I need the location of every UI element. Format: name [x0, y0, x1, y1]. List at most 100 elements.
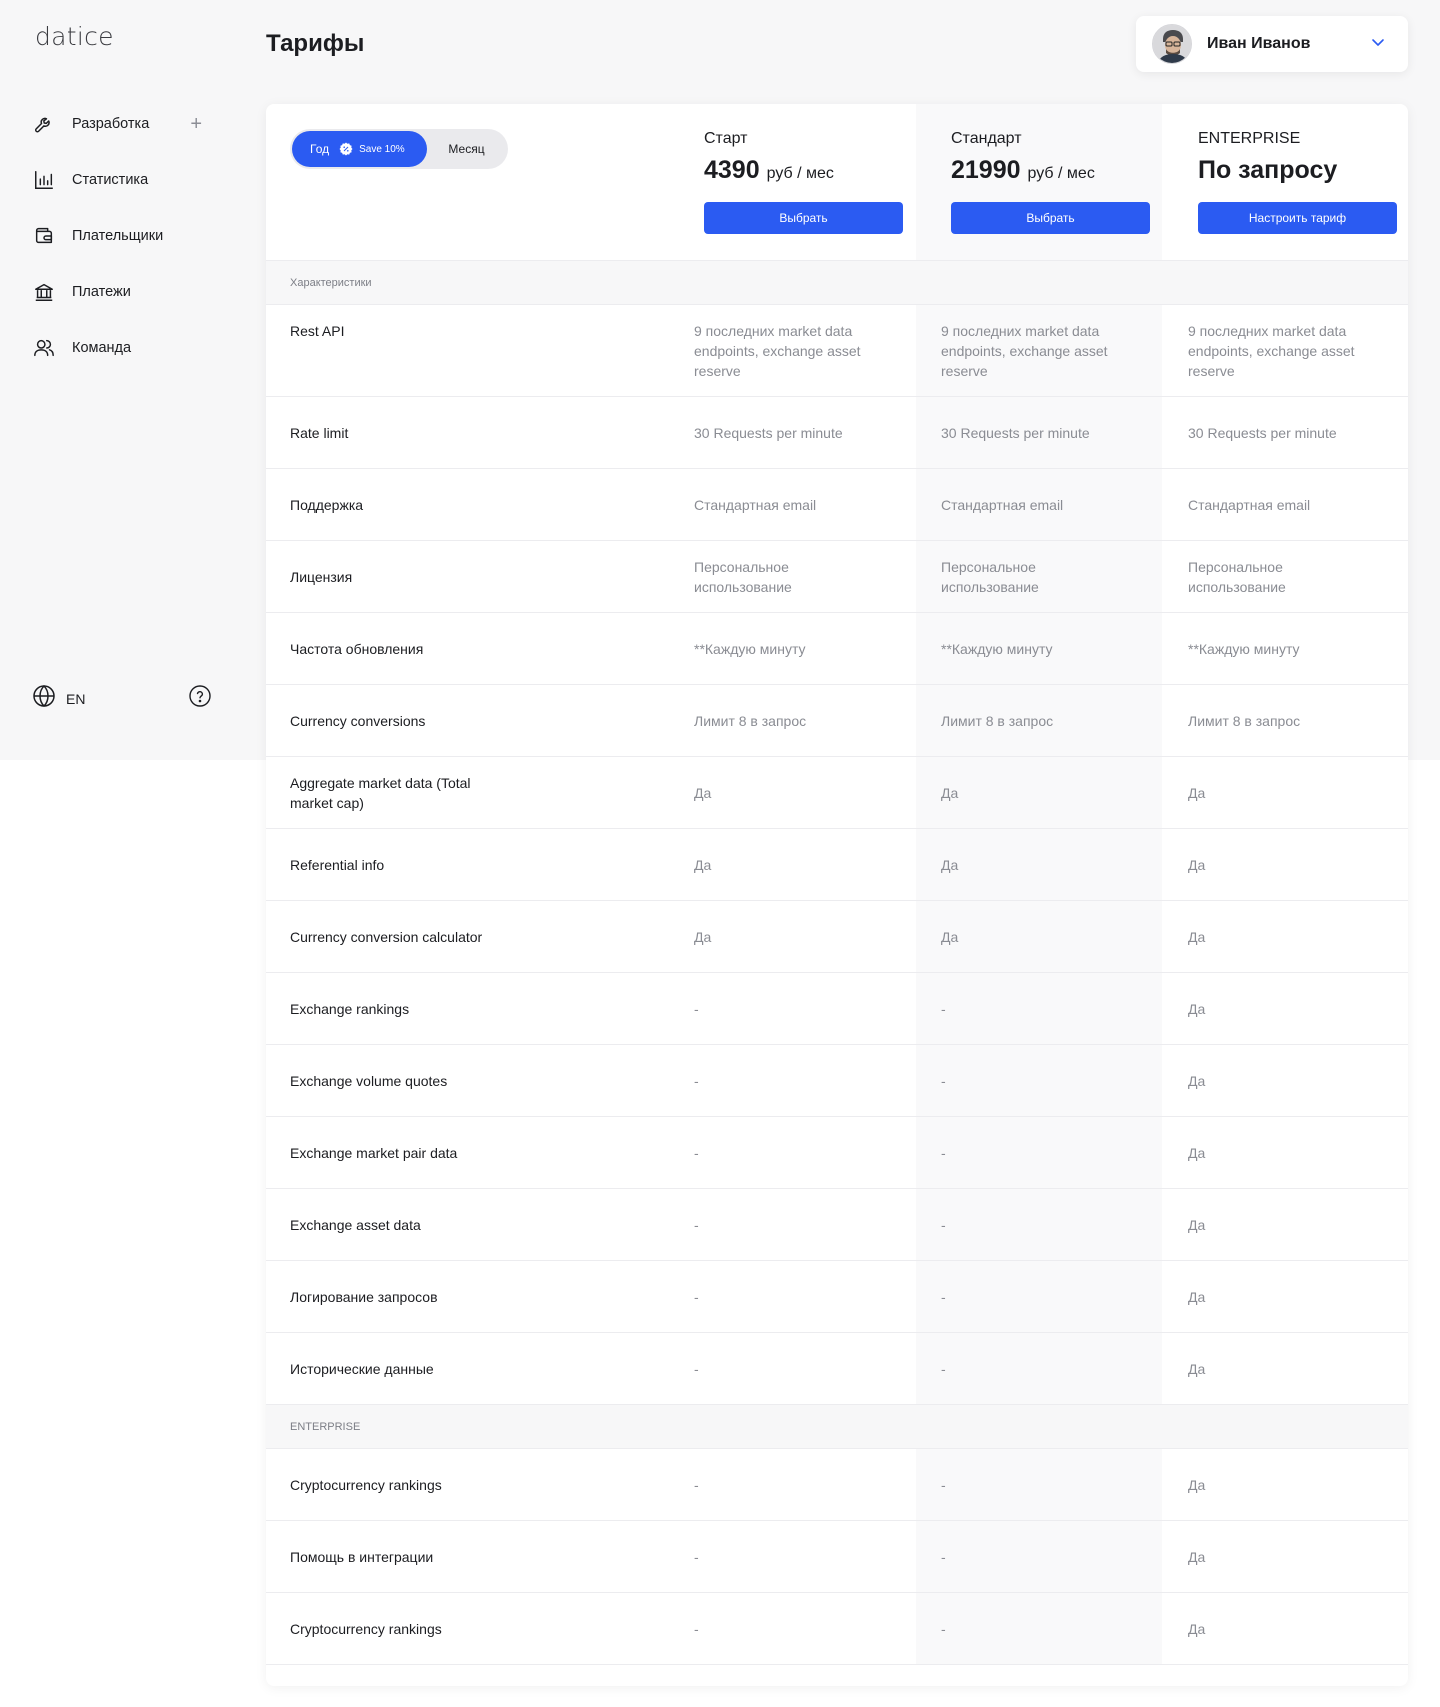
- billing-year-label: Год: [310, 142, 330, 156]
- user-name: Иван Иванов: [1207, 35, 1311, 52]
- feature-value: Да: [941, 784, 959, 801]
- billing-option-year[interactable]: Год Save 10%: [292, 131, 427, 167]
- plan-price: 21990 руб / мес: [951, 156, 1151, 186]
- feature-name: Поддержка: [290, 496, 364, 513]
- feature-value: 9 последних market data endpoints, excha…: [1188, 323, 1355, 379]
- feature-value: Стандартная email: [941, 496, 1064, 513]
- feature-value: Да: [1188, 1000, 1206, 1017]
- feature-name: Rest API: [290, 323, 345, 339]
- billing-period-toggle[interactable]: Год Save 10% Месяц: [290, 129, 508, 169]
- feature-name: Исторические данные: [290, 1360, 434, 1377]
- pricing-card: Год Save 10% Месяц Старт 4390 руб / мес …: [266, 104, 1408, 1686]
- feature-value: Да: [941, 928, 959, 945]
- question-circle-icon[interactable]: [188, 684, 212, 713]
- plan-enterprise: ENTERPRISE По запросу Настроить тариф: [1198, 130, 1398, 234]
- feature-value: 30 Requests per minute: [941, 424, 1090, 441]
- table-row: Exchange market pair data - - Да: [266, 1117, 1408, 1189]
- app-logo[interactable]: datice: [35, 22, 114, 51]
- feature-value: -: [941, 1360, 946, 1377]
- feature-value: -: [694, 1360, 699, 1377]
- language-switcher[interactable]: EN: [32, 684, 85, 713]
- sidebar-item-payers[interactable]: Плательщики: [32, 208, 202, 264]
- select-plan-start-button[interactable]: Выбрать: [704, 202, 903, 234]
- plan-price: По запросу: [1198, 156, 1398, 186]
- feature-value: -: [694, 1288, 699, 1305]
- feature-value: -: [694, 1144, 699, 1161]
- feature-value: -: [694, 1072, 699, 1089]
- users-icon: [32, 336, 56, 360]
- feature-name: Currency conversion calculator: [290, 928, 483, 945]
- feature-value: 30 Requests per minute: [694, 424, 843, 441]
- avatar: [1152, 24, 1192, 64]
- table-row: Currency conversion calculator Да Да Да: [266, 901, 1408, 973]
- feature-value: -: [694, 1476, 699, 1493]
- save-badge: Save 10%: [359, 143, 405, 155]
- feature-name: Cryptocurrency rankings: [290, 1620, 442, 1637]
- table-row: Aggregate market data (Total market cap)…: [266, 757, 1408, 829]
- sidebar-item-statistics[interactable]: Статистика: [32, 152, 202, 208]
- feature-value: **Каждую минуту: [694, 640, 806, 657]
- feature-value: Персональное использование: [941, 558, 1039, 595]
- feature-value: Стандартная email: [1188, 496, 1311, 513]
- plan-price: 4390 руб / мес: [704, 156, 904, 186]
- feature-name: Aggregate market data (Total market cap): [290, 774, 471, 811]
- table-row: Частота обновления **Каждую минуту **Кажду…: [266, 613, 1408, 685]
- table-row: Rest API 9 последних market data endpoint…: [266, 305, 1408, 397]
- feature-value: Да: [1188, 1476, 1206, 1493]
- feature-value: Да: [1188, 1072, 1206, 1089]
- user-menu[interactable]: Иван Иванов: [1136, 16, 1408, 72]
- sidebar-nav: Разработка + Статистика Плательщики Плат…: [32, 96, 202, 376]
- feature-value: Персональное использование: [694, 558, 792, 595]
- feature-value: -: [694, 1000, 699, 1017]
- table-row: Exchange rankings - - Да: [266, 973, 1408, 1045]
- plan-price-unit: руб / мес: [1027, 165, 1095, 182]
- feature-value: -: [941, 1216, 946, 1233]
- plus-icon[interactable]: +: [190, 114, 202, 134]
- feature-name: Exchange volume quotes: [290, 1072, 448, 1089]
- feature-name: Rate limit: [290, 424, 349, 441]
- feature-value: Да: [941, 856, 959, 873]
- sidebar-item-development[interactable]: Разработка +: [32, 96, 202, 152]
- billing-option-month[interactable]: Месяц: [427, 131, 506, 167]
- table-row: Cryptocurrency rankings - - Да: [266, 1593, 1408, 1665]
- section-header: ENTERPRISE: [266, 1405, 1408, 1449]
- feature-value: Да: [1188, 1548, 1206, 1565]
- page-title: Тарифы: [266, 30, 365, 57]
- plan-name: ENTERPRISE: [1198, 130, 1301, 147]
- chevron-down-icon: [1370, 34, 1386, 55]
- feature-value: -: [941, 1620, 946, 1637]
- feature-value: Да: [1188, 928, 1206, 945]
- table-row: Exchange asset data - - Да: [266, 1189, 1408, 1261]
- sidebar: datice Разработка + Статистика Плательщи…: [0, 0, 240, 760]
- feature-value: -: [941, 1288, 946, 1305]
- feature-value: Персональное использование: [1188, 558, 1286, 595]
- table-row: Помощь в интеграции - - Да: [266, 1521, 1408, 1593]
- feature-value: Да: [1188, 1620, 1206, 1637]
- plan-price-on-request: По запросу: [1198, 156, 1338, 184]
- sidebar-item-label: Разработка: [72, 116, 150, 132]
- sidebar-item-team[interactable]: Команда: [32, 320, 202, 376]
- feature-name: Cryptocurrency rankings: [290, 1476, 442, 1493]
- feature-value: Да: [694, 928, 712, 945]
- feature-name: Referential info: [290, 856, 385, 873]
- feature-value: Стандартная email: [694, 496, 817, 513]
- wallet-icon: [32, 224, 56, 248]
- plan-standard: Стандарт 21990 руб / мес Выбрать: [951, 130, 1151, 234]
- select-plan-standard-button[interactable]: Выбрать: [951, 202, 1150, 234]
- feature-value: Да: [1188, 1144, 1206, 1161]
- feature-value: -: [941, 1072, 946, 1089]
- feature-name: Exchange rankings: [290, 1000, 410, 1017]
- feature-name: Exchange market pair data: [290, 1144, 458, 1161]
- feature-value: Да: [1188, 1288, 1206, 1305]
- wrench-icon: [32, 112, 56, 136]
- feature-value: Да: [1188, 1216, 1206, 1233]
- feature-value: **Каждую минуту: [941, 640, 1053, 657]
- sidebar-item-label: Плательщики: [72, 228, 164, 244]
- sidebar-item-payments[interactable]: Платежи: [32, 264, 202, 320]
- configure-plan-button[interactable]: Настроить тариф: [1198, 202, 1397, 234]
- globe-icon: [32, 684, 56, 713]
- feature-value: -: [941, 1000, 946, 1017]
- table-row: Поддержка Стандартная email Стандартная em…: [266, 469, 1408, 541]
- plan-price-value: 21990: [951, 156, 1021, 184]
- bank-icon: [32, 280, 56, 304]
